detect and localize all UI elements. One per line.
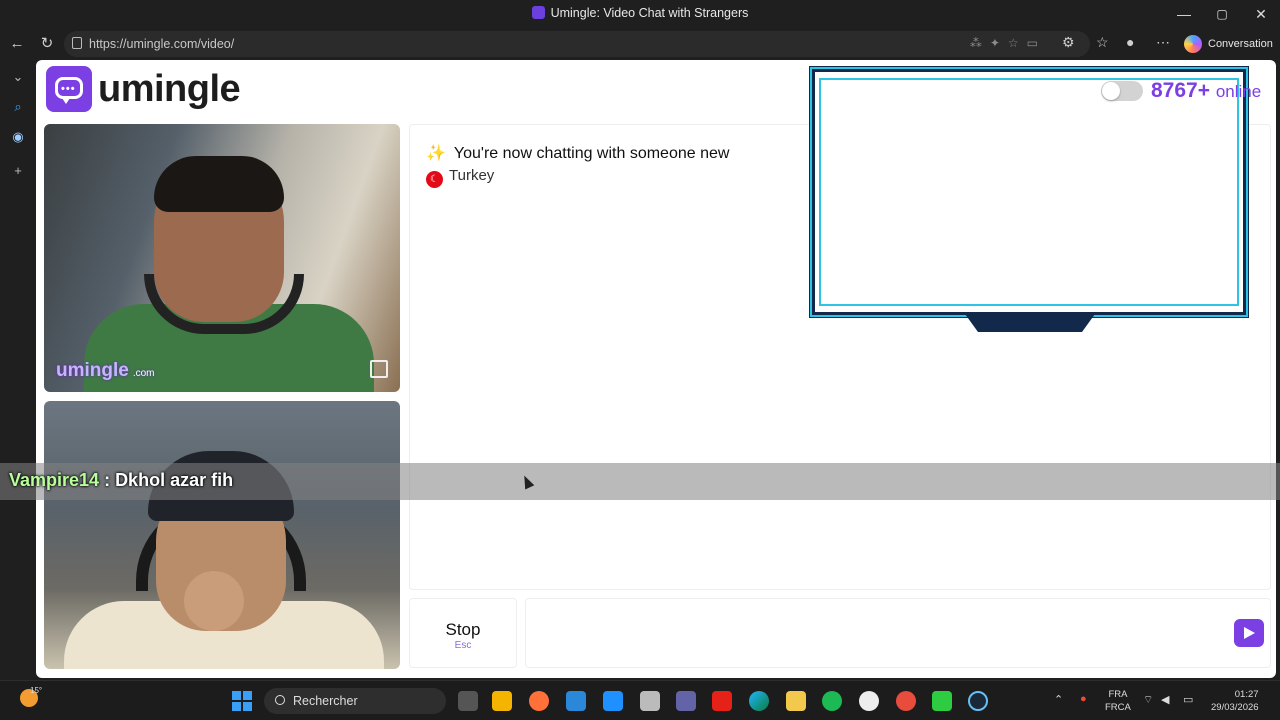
system-message: ✨ You're now chatting with someone new xyxy=(426,145,730,162)
taskbar-search[interactable]: Rechercher xyxy=(264,688,446,714)
theme-toggle[interactable] xyxy=(1101,81,1143,101)
chat-bubble-icon: ••• xyxy=(46,66,92,112)
browser-sidebar: ⌄ ⌕ ◉ + xyxy=(0,60,36,680)
turkey-flag-icon: ☾ xyxy=(426,171,443,188)
address-bar-icons: ⁂✦☆▭ xyxy=(969,36,1046,50)
file-explorer-icon[interactable] xyxy=(786,691,806,711)
app-icon[interactable] xyxy=(896,691,916,711)
roblox-icon[interactable] xyxy=(640,691,660,711)
sparkle-icon: ✨ xyxy=(426,145,446,162)
overlay-frame xyxy=(809,66,1249,332)
send-icon[interactable] xyxy=(1234,619,1264,647)
address-bar[interactable]: https://umingle.com/video/ ⁂✦☆▭ xyxy=(64,31,1090,57)
stop-button[interactable]: Stop Esc xyxy=(409,598,517,668)
favorites-icon[interactable]: ☆ xyxy=(1096,34,1109,51)
tray-chevron-icon[interactable]: ⌃ xyxy=(1054,693,1063,706)
browser-toolbar: ← ↻ https://umingle.com/video/ ⁂✦☆▭ ⚙ ☆ … xyxy=(0,28,1280,60)
profile-icon[interactable]: ● xyxy=(1126,34,1134,50)
firefox-icon[interactable] xyxy=(529,691,549,711)
store-icon[interactable] xyxy=(566,691,586,711)
copilot-sidebar-icon[interactable]: ◉ xyxy=(9,128,27,146)
edge-icon[interactable] xyxy=(749,691,769,711)
rockstar-icon[interactable] xyxy=(492,691,512,711)
lock-icon xyxy=(72,37,82,49)
url-text: https://umingle.com/video/ xyxy=(89,37,235,51)
report-flag-icon[interactable] xyxy=(370,360,388,378)
microphone-icon[interactable]: ● xyxy=(1080,693,1087,705)
steam-icon[interactable] xyxy=(968,691,988,711)
stranger-video: umingle .com xyxy=(44,124,400,392)
refresh-icon[interactable]: ↻ xyxy=(36,34,58,54)
copilot-icon xyxy=(1184,35,1202,54)
add-icon[interactable]: + xyxy=(9,162,27,180)
extensions-icon[interactable]: ⚙ xyxy=(1062,34,1075,51)
back-icon[interactable]: ← xyxy=(6,34,28,54)
video-watermark: umingle .com xyxy=(56,360,155,381)
teams-icon[interactable] xyxy=(676,691,696,711)
obs-icon[interactable] xyxy=(859,691,879,711)
start-icon[interactable] xyxy=(232,691,252,711)
self-video xyxy=(44,401,400,669)
taskbar: 15° Rechercher ⌃ ● FRA FRCA ⌔ ◀ ▭ 01:27 29… xyxy=(0,680,1280,720)
more-menu-icon[interactable]: ⋯ xyxy=(1156,34,1170,51)
chevron-down-icon[interactable]: ⌄ xyxy=(9,68,27,86)
logo-text: umingle xyxy=(98,68,241,110)
country-info: ☾ Turkey xyxy=(426,167,494,188)
window-titlebar: Umingle: Video Chat with Strangers — ▢ ✕ xyxy=(0,0,1280,28)
close-button[interactable]: ✕ xyxy=(1243,4,1279,24)
stream-chat-overlay: Vampire14 : Dkhol azar fih xyxy=(0,463,1280,500)
battery-icon[interactable]: ▭ xyxy=(1183,693,1193,706)
maximize-button[interactable]: ▢ xyxy=(1204,4,1240,24)
search-icon[interactable]: ⌕ xyxy=(9,98,27,116)
copilot-button[interactable]: Conversation xyxy=(1184,32,1273,56)
page: ••• umingle umingle .com ✨ You're now chat… xyxy=(36,60,1276,678)
language-indicator[interactable]: FRA FRCA xyxy=(1105,688,1131,714)
youtube-icon[interactable] xyxy=(712,691,732,711)
site-favicon-icon xyxy=(531,6,545,19)
wifi-icon[interactable]: ⌔ xyxy=(1143,693,1153,707)
weather-temp: 15° xyxy=(30,686,43,695)
overlay-message: Vampire14 : Dkhol azar fih xyxy=(9,470,234,490)
message-input[interactable] xyxy=(525,598,1271,668)
kick-icon[interactable] xyxy=(932,691,952,711)
window-title: Umingle: Video Chat with Strangers xyxy=(0,6,1280,20)
minimize-button[interactable]: — xyxy=(1166,4,1202,24)
volume-icon[interactable]: ◀ xyxy=(1161,693,1169,706)
mail-icon[interactable] xyxy=(603,691,623,711)
spotify-icon[interactable] xyxy=(822,691,842,711)
online-counter: 8767+ online xyxy=(1151,79,1262,102)
clock[interactable]: 01:27 29/03/2026 xyxy=(1211,688,1259,714)
task-view-icon[interactable] xyxy=(458,691,478,711)
